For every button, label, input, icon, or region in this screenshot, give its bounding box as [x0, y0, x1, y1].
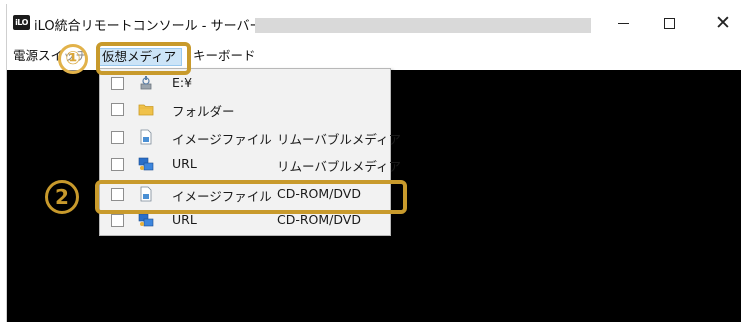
- dropdown-item-sublabel: リムーバブルメディア: [277, 132, 402, 147]
- title-bar[interactable]: iLO iLO統合リモートコンソール - サーバー: ✕: [7, 4, 741, 42]
- dropdown-item-label: フォルダー: [172, 104, 235, 119]
- dropdown-item-label: イメージファイル: [172, 132, 272, 147]
- dropdown-item-sublabel: リムーバブルメディア: [277, 159, 402, 174]
- checkbox[interactable]: [111, 158, 124, 171]
- annotation-step2-number: 2: [45, 180, 79, 214]
- annotation-box-step1: [96, 42, 191, 75]
- checkbox[interactable]: [111, 77, 124, 90]
- dropdown-item-url-removable[interactable]: URL リムーバブルメディア: [100, 152, 401, 178]
- image-file-icon: [140, 129, 152, 145]
- network-icon: [138, 157, 154, 171]
- checkbox[interactable]: [111, 103, 124, 116]
- maximize-icon: [663, 17, 675, 29]
- ilo-logo-icon: iLO: [13, 15, 30, 30]
- network-icon: [138, 213, 154, 227]
- annotation-step1-number: ①: [58, 44, 88, 74]
- drive-icon: [140, 76, 152, 90]
- checkbox[interactable]: [111, 214, 124, 227]
- dropdown-item-label: URL: [172, 156, 197, 171]
- redacted-server-name: [255, 18, 591, 33]
- close-icon: ✕: [715, 11, 731, 34]
- annotation-box-step2: [95, 180, 407, 214]
- dropdown-item-folder[interactable]: フォルダー: [100, 97, 390, 123]
- dropdown-item-label: URL: [172, 212, 197, 227]
- folder-icon: [138, 104, 154, 116]
- maximize-button[interactable]: [647, 4, 691, 42]
- menu-keyboard[interactable]: キーボード: [193, 47, 256, 65]
- minimize-button[interactable]: [601, 4, 645, 42]
- minimize-icon: [617, 22, 629, 24]
- close-button[interactable]: ✕: [701, 4, 741, 42]
- window-title: iLO統合リモートコンソール - サーバー:: [34, 19, 267, 34]
- dropdown-item-sublabel: CD-ROM/DVD: [277, 212, 361, 227]
- dropdown-item-image-removable[interactable]: イメージファイル リムーバブルメディア: [100, 125, 401, 151]
- checkbox[interactable]: [111, 131, 124, 144]
- dropdown-item-label: E:¥: [172, 75, 193, 90]
- remote-console-window: iLO iLO統合リモートコンソール - サーバー: ✕ 電源スイッチ キーボー…: [6, 4, 741, 322]
